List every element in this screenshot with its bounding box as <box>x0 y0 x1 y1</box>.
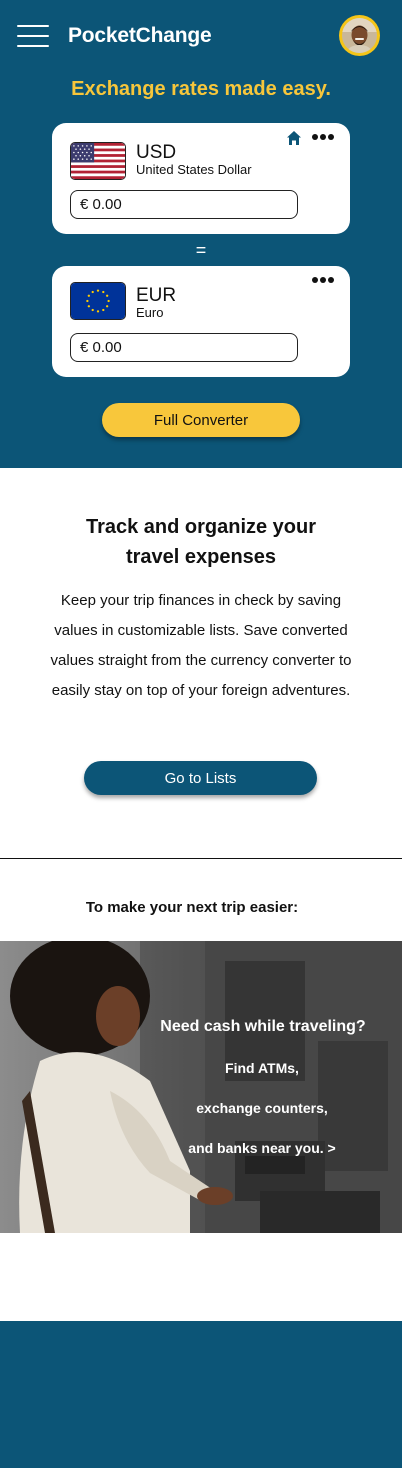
lists-description: Keep your trip finances in check by savi… <box>50 592 352 699</box>
us-flag-icon <box>70 142 126 180</box>
equals-sign: = <box>195 240 207 260</box>
to-currency-code: EUR <box>136 285 177 306</box>
go-to-lists-button[interactable]: Go to Lists <box>84 761 317 795</box>
from-currency-name: United States Dollar <box>136 162 252 177</box>
promo-headline: Need cash while traveling? <box>160 1018 366 1035</box>
to-currency-card[interactable]: EUR Euro <box>52 266 350 377</box>
lists-title-line: travel expenses <box>125 546 277 568</box>
hamburger-menu-icon[interactable] <box>17 25 49 47</box>
section-divider <box>0 858 402 859</box>
lists-title-line: Track and organize your <box>85 516 317 538</box>
next-trip-heading: To make your next trip easier: <box>85 899 299 916</box>
app-title: PocketChange <box>68 24 212 47</box>
atm-finder-banner[interactable]: Need cash while traveling? Find ATMs, ex… <box>0 941 402 1233</box>
promo-link[interactable]: and banks near you. > <box>140 1140 384 1156</box>
more-options-icon[interactable] <box>312 276 334 284</box>
to-currency-name: Euro <box>136 305 164 320</box>
lists-section-title: Track and organize your travel expenses <box>0 512 402 572</box>
promo-line: Find ATMs, <box>225 1060 299 1076</box>
page-footer <box>0 1321 402 1468</box>
from-currency-card[interactable]: USD United States Dollar <box>52 123 350 234</box>
atm-photo <box>0 941 402 1233</box>
user-avatar[interactable] <box>339 15 380 56</box>
from-currency-code: USD <box>136 142 177 163</box>
eu-flag-icon <box>70 282 126 320</box>
home-icon[interactable] <box>286 130 302 146</box>
full-converter-button[interactable]: Full Converter <box>102 403 300 437</box>
tagline: Exchange rates made easy. <box>71 78 331 100</box>
converter-hero: PocketChange Exchange rates made easy. U… <box>0 0 402 468</box>
promo-line: exchange counters, <box>196 1100 328 1116</box>
more-options-icon[interactable] <box>312 133 334 141</box>
from-amount-input[interactable] <box>70 190 298 219</box>
to-amount-input[interactable] <box>70 333 298 362</box>
